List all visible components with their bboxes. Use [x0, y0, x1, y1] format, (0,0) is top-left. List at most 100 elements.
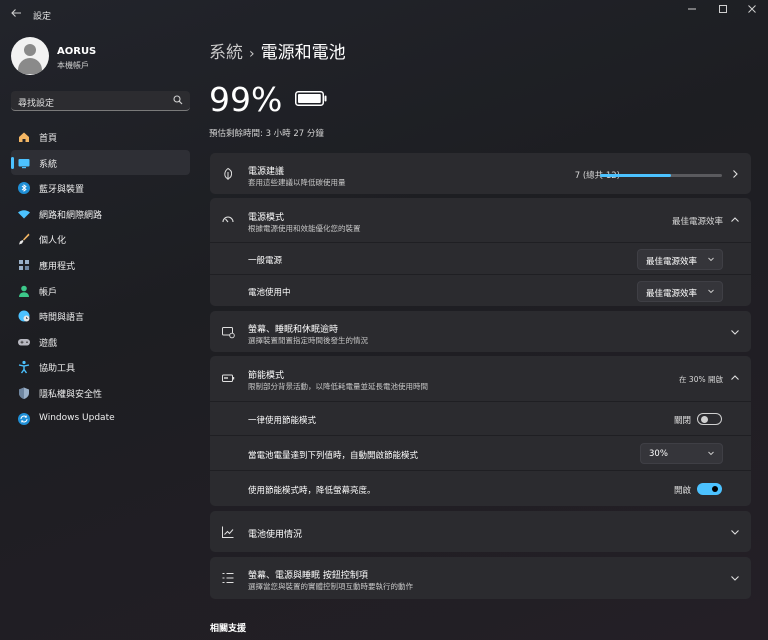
search-placeholder: 尋找設定 — [18, 99, 55, 109]
avatar[interactable] — [11, 37, 49, 75]
sidebar-item-accessibility[interactable]: 協助工具 — [11, 354, 190, 380]
screen-sleep-card[interactable]: 螢幕、睡眠和休眠逾時 選擇裝置閒置指定時間後發生的情況 — [210, 311, 751, 352]
sidebar-item-home[interactable]: 首頁 — [11, 124, 190, 150]
sidebar-item-label: Windows Update — [39, 412, 115, 423]
lower-brightness-label: 使用節能模式時，降低螢幕亮度。 — [248, 486, 376, 496]
energy-saver-threshold-dropdown[interactable]: 30% — [640, 443, 723, 464]
power-mode-gauge-icon — [222, 216, 234, 223]
sidebar-item-network[interactable]: 網路和網際網路 — [11, 201, 190, 227]
on-battery-label: 電池使用中 — [248, 288, 291, 298]
screen-sleep-desc: 選擇裝置閒置指定時間後發生的情況 — [248, 336, 368, 345]
energy-saver-title: 節能模式 — [248, 371, 285, 381]
profile-account-type: 本機帳戶 — [57, 61, 89, 70]
sidebar-item-apps[interactable]: 應用程式 — [11, 252, 190, 278]
chevron-down-icon — [730, 527, 740, 537]
energy-saver-brightness-row: 使用節能模式時，降低螢幕亮度。 開啟 — [210, 470, 751, 506]
lower-brightness-state: 開啟 — [673, 486, 691, 496]
sidebar-item-label: 應用程式 — [39, 261, 76, 272]
toggle-knob — [712, 486, 718, 492]
avatar-head — [24, 44, 36, 56]
battery-usage-card[interactable]: 電池使用情況 — [210, 511, 751, 552]
sidebar-item-bluetooth[interactable]: 藍牙與裝置 — [11, 175, 190, 201]
back-button[interactable] — [8, 7, 24, 23]
sidebar-item-system[interactable]: 系統 — [11, 149, 190, 176]
power-mode-value: 最佳電源效率 — [671, 217, 723, 227]
chevron-down-icon — [708, 451, 714, 456]
dropdown-selected: 最佳電源效率 — [646, 289, 698, 299]
breadcrumb: 系統 › 電源和電池 — [209, 38, 346, 63]
update-icon — [18, 412, 30, 425]
battery-usage-title: 電池使用情況 — [248, 530, 303, 540]
profile-name: AORUS — [57, 46, 97, 57]
energy-saver-always-row: 一律使用節能模式 關閉 — [210, 401, 751, 435]
sidebar-item-gaming[interactable]: 遊戲 — [11, 329, 190, 355]
home-icon — [19, 132, 29, 142]
sidebar-item-accounts[interactable]: 帳戶 — [11, 278, 190, 304]
breadcrumb-parent[interactable]: 系統 — [209, 43, 243, 63]
power-mode-plugged-row: 一般電源 最佳電源效率 — [210, 242, 751, 274]
time-remaining: 預估剩餘時間: 3 小時 27 分鐘 — [209, 129, 324, 139]
energy-saver-battery-icon — [222, 374, 235, 382]
sidebar-item-label: 個人化 — [39, 236, 67, 247]
chevron-up-icon — [730, 215, 740, 225]
sidebar-item-privacy[interactable]: 隱私權與安全性 — [11, 380, 190, 406]
always-energy-saver-state: 關閉 — [673, 416, 691, 426]
toggle-knob — [701, 416, 708, 423]
chevron-right-icon — [730, 169, 740, 179]
gamepad-icon — [18, 338, 30, 346]
sidebar-nav: 首頁 系統 藍牙與裝置 網路和網際網路 個人化 應用程式 帳戶 時間與語言 遊戲… — [11, 124, 190, 431]
power-mode-battery-row: 電池使用中 最佳電源效率 — [210, 274, 751, 306]
sidebar-item-label: 協助工具 — [39, 364, 76, 375]
power-mode-desc: 根據電源使用和效能優化您的裝置 — [248, 224, 361, 233]
monitor-icon — [18, 158, 30, 168]
sidebar-item-personalization[interactable]: 個人化 — [11, 226, 190, 252]
energy-saver-desc: 限制部分背景活動，以降低耗電量並延長電池使用時間 — [248, 382, 428, 391]
minimize-icon — [688, 8, 696, 10]
chevron-down-icon — [708, 257, 714, 262]
power-buttons-card[interactable]: 螢幕、電源與睡眠 按鈕控制項 選擇當您與裝置的實體控制項互動時要執行的動作 — [210, 557, 751, 599]
minimize-button[interactable] — [680, 4, 704, 18]
sidebar-item-label: 首頁 — [39, 134, 58, 144]
dropdown-selected: 30% — [649, 449, 668, 459]
chevron-down-icon — [708, 289, 714, 294]
sidebar-item-label: 藍牙與裝置 — [39, 185, 85, 196]
app-title: 設定 — [33, 12, 52, 22]
sidebar-item-label: 帳戶 — [39, 287, 58, 298]
auto-energy-saver-label: 當電池電量達到下列值時，自動開啟節能模式 — [248, 451, 419, 461]
lower-brightness-toggle[interactable] — [697, 483, 722, 495]
sidebar-item-label: 時間與語言 — [39, 313, 85, 324]
leaf-icon — [224, 167, 233, 180]
always-energy-saver-label: 一律使用節能模式 — [248, 416, 317, 426]
battery-icon — [295, 91, 327, 106]
dropdown-selected: 最佳電源效率 — [646, 257, 698, 267]
chart-line-icon — [222, 526, 234, 538]
energy-saver-card[interactable]: 節能模式 限制部分背景活動，以降低耗電量並延長電池使用時間 在 30% 開啟 — [210, 356, 751, 401]
power-buttons-desc: 選擇當您與裝置的實體控制項互動時要執行的動作 — [248, 582, 413, 591]
chevron-up-icon — [730, 373, 740, 383]
settings-window: 設定 AORUS 本機帳戶 尋找設定 首頁 系統 藍牙與裝置 網路和網際網路 個… — [0, 0, 768, 640]
list-settings-icon — [222, 573, 234, 583]
shield-icon — [19, 387, 29, 399]
back-arrow-icon — [11, 9, 21, 17]
chevron-down-icon — [730, 327, 740, 337]
power-mode-card[interactable]: 電源模式 根據電源使用和效能優化您的裝置 最佳電源效率 — [210, 198, 751, 242]
close-button[interactable] — [740, 4, 764, 18]
plugged-in-power-mode-dropdown[interactable]: 最佳電源效率 — [637, 249, 723, 270]
always-energy-saver-toggle[interactable] — [697, 413, 722, 425]
power-recommendations-card[interactable]: 電源建議 套用這些建議以降低碳使用量 7 (總共 12) — [210, 153, 751, 194]
power-buttons-title: 螢幕、電源與睡眠 按鈕控制項 — [248, 571, 368, 581]
energy-saver-threshold-row: 當電池電量達到下列值時，自動開啟節能模式 30% — [210, 435, 751, 470]
title-bar: 設定 — [0, 0, 768, 30]
recommendations-progress-fill — [600, 174, 671, 177]
power-recommendations-title: 電源建議 — [248, 167, 285, 177]
page-title: 電源和電池 — [260, 43, 346, 63]
sidebar-item-time-language[interactable]: 時間與語言 — [11, 303, 190, 329]
screen-sleep-icon — [222, 327, 235, 339]
search-input[interactable]: 尋找設定 — [11, 91, 190, 111]
sidebar-item-windows-update[interactable]: Windows Update — [11, 406, 190, 432]
screen-sleep-title: 螢幕、睡眠和休眠逾時 — [248, 325, 339, 335]
on-battery-power-mode-dropdown[interactable]: 最佳電源效率 — [637, 281, 723, 302]
apps-icon — [19, 259, 29, 270]
search-icon — [173, 95, 183, 105]
maximize-button[interactable] — [711, 4, 735, 18]
